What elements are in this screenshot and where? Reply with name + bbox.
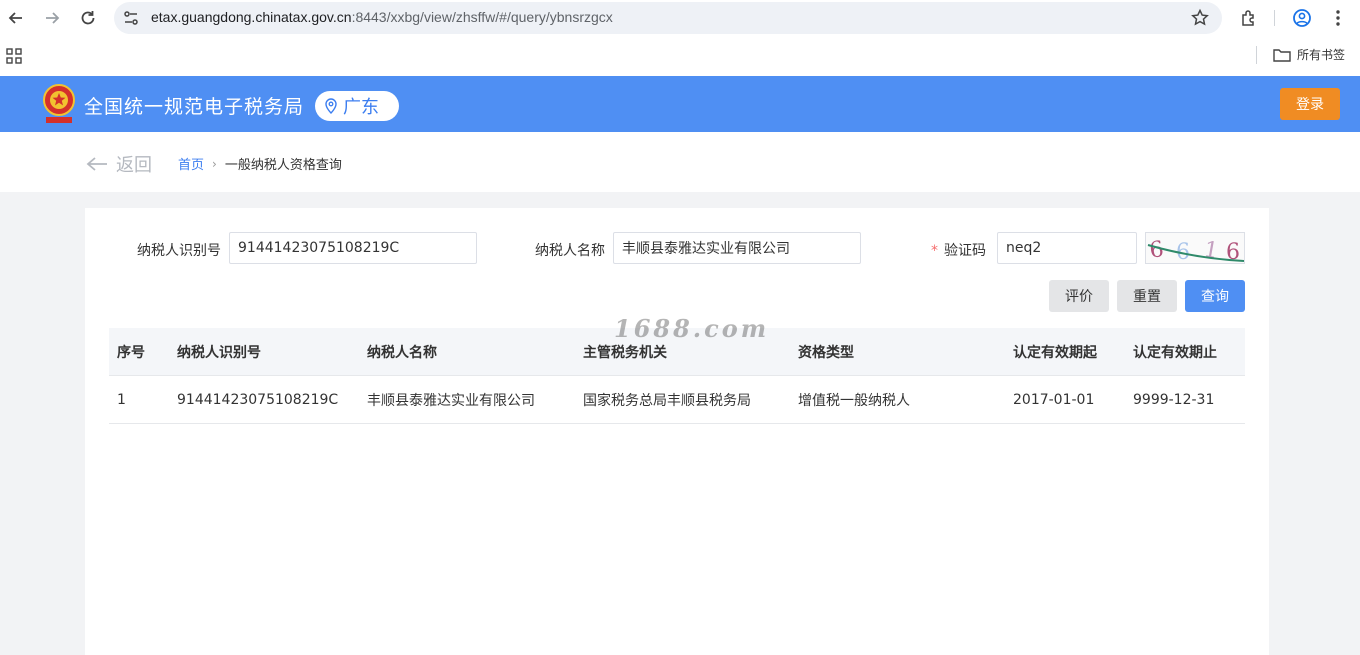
- taxpayer-id-input[interactable]: 91441423075108219C: [229, 232, 477, 264]
- region-selector[interactable]: 广东: [315, 91, 399, 121]
- svg-text:1: 1: [1202, 237, 1220, 264]
- site-settings-icon[interactable]: [122, 9, 140, 27]
- national-emblem-icon: [42, 83, 76, 125]
- back-label: 返回: [116, 155, 152, 176]
- region-label: 广东: [343, 97, 379, 118]
- captcha-label: * 验证码: [931, 240, 986, 260]
- apps-grid-icon[interactable]: [6, 48, 22, 64]
- bookmarks-divider: [1256, 46, 1257, 64]
- header-taxpayer-name: 纳税人名称: [367, 345, 437, 361]
- folder-icon: [1273, 48, 1291, 62]
- taxpayer-id-label: 纳税人识别号: [137, 243, 221, 259]
- cell-tax-authority: 国家税务总局丰顺县税务局: [583, 393, 751, 409]
- cell-qualification-type: 增值税一般纳税人: [798, 393, 910, 409]
- watermark: 1688.com: [614, 314, 770, 343]
- captcha-input[interactable]: neq2: [997, 232, 1137, 264]
- site-header: 全国统一规范电子税务局 广东 登录: [0, 76, 1360, 132]
- cell-valid-to: 9999-12-31: [1133, 392, 1215, 408]
- login-button[interactable]: 登录: [1280, 88, 1340, 120]
- breadcrumb-bar: 返回 首页 › 一般纳税人资格查询: [0, 132, 1360, 192]
- all-bookmarks-label: 所有书签: [1297, 48, 1346, 62]
- url-path: :8443/xxbg/view/zhsffw/#/query/ybnsrzgcx: [351, 9, 613, 25]
- reset-button[interactable]: 重置: [1117, 280, 1177, 312]
- site-title: 全国统一规范电子税务局: [84, 96, 305, 118]
- url-text: etax.guangdong.chinatax.gov.cn:8443/xxbg…: [151, 9, 613, 25]
- cell-taxpayer-name: 丰顺县泰雅达实业有限公司: [367, 393, 535, 409]
- header-taxpayer-id: 纳税人识别号: [177, 345, 261, 361]
- table-row: 1 91441423075108219C 丰顺县泰雅达实业有限公司 国家税务总局…: [109, 376, 1245, 424]
- back-arrow-icon[interactable]: [4, 6, 28, 30]
- cell-valid-from: 2017-01-01: [1013, 392, 1095, 408]
- breadcrumb: 首页 › 一般纳税人资格查询: [178, 154, 342, 174]
- bookmarks-bar: 所有书签: [0, 36, 1360, 76]
- required-mark: *: [931, 243, 938, 259]
- back-button[interactable]: 返回: [86, 151, 152, 177]
- taxpayer-name-label: 纳税人名称: [535, 243, 605, 259]
- evaluate-button[interactable]: 评价: [1049, 280, 1109, 312]
- forward-arrow-icon[interactable]: [40, 6, 64, 30]
- cell-index: 1: [117, 392, 126, 408]
- breadcrumb-separator: ›: [212, 156, 217, 171]
- toolbar-divider: [1274, 10, 1275, 26]
- query-card: 纳税人识别号 91441423075108219C 纳税人名称 丰顺县泰雅达实业…: [85, 208, 1269, 655]
- captcha-label-text: 验证码: [944, 243, 986, 259]
- captcha-image[interactable]: 6 6 1 6: [1145, 232, 1245, 264]
- profile-icon[interactable]: [1290, 6, 1314, 30]
- cell-taxpayer-id: 91441423075108219C: [177, 392, 339, 408]
- browser-toolbar: etax.guangdong.chinatax.gov.cn:8443/xxbg…: [0, 0, 1360, 36]
- header-index: 序号: [117, 345, 145, 361]
- bookmark-star-icon[interactable]: [1190, 8, 1210, 28]
- header-qualification-type: 资格类型: [798, 345, 854, 361]
- taxpayer-name-input[interactable]: 丰顺县泰雅达实业有限公司: [613, 232, 861, 264]
- more-menu-icon[interactable]: [1326, 6, 1350, 30]
- back-arrow-icon: [86, 157, 107, 171]
- location-pin-icon: [325, 98, 337, 114]
- header-valid-from: 认定有效期起: [1013, 345, 1097, 361]
- query-button[interactable]: 查询: [1185, 280, 1245, 312]
- all-bookmarks-button[interactable]: 所有书签: [1273, 46, 1345, 63]
- breadcrumb-home[interactable]: 首页: [178, 154, 204, 173]
- address-bar[interactable]: etax.guangdong.chinatax.gov.cn:8443/xxbg…: [114, 2, 1222, 34]
- reload-icon[interactable]: [76, 6, 100, 30]
- header-valid-to: 认定有效期止: [1133, 345, 1217, 361]
- url-host: etax.guangdong.chinatax.gov.cn: [151, 9, 352, 25]
- breadcrumb-current: 一般纳税人资格查询: [224, 158, 342, 173]
- extensions-icon[interactable]: [1237, 6, 1261, 30]
- svg-text:6: 6: [1148, 237, 1165, 264]
